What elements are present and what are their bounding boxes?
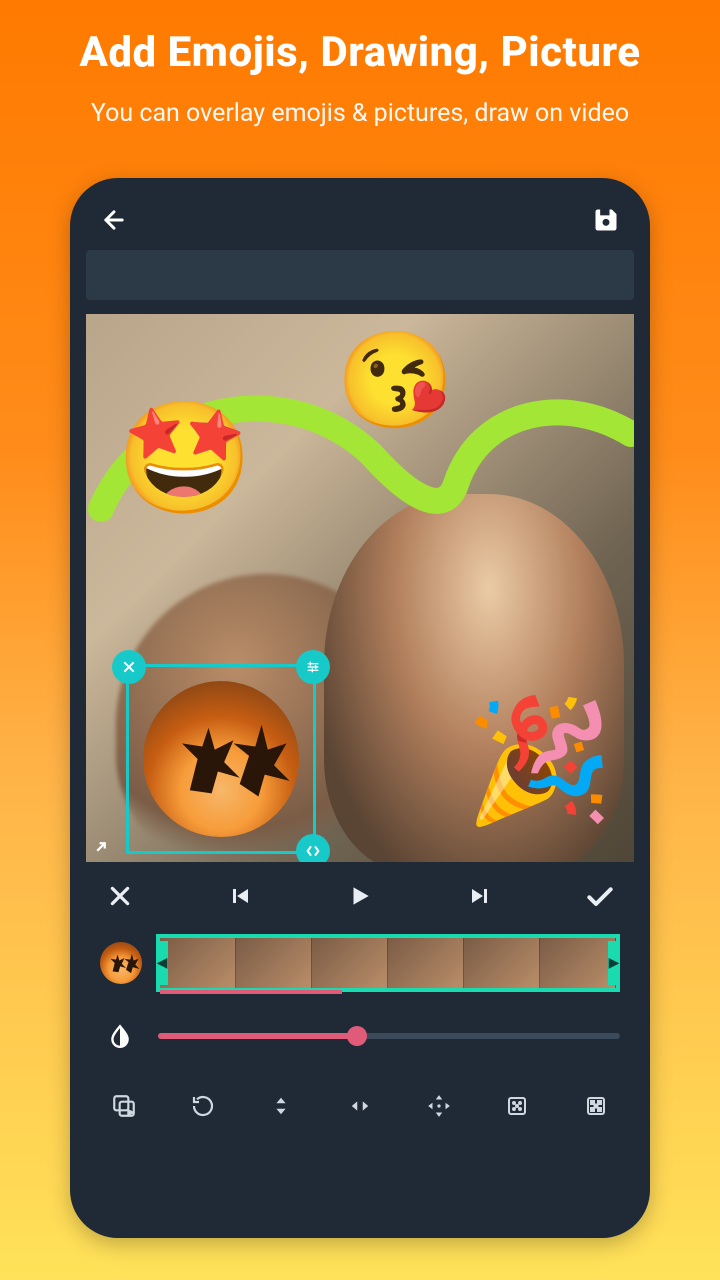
overlay-settings-handle[interactable]: [296, 650, 330, 684]
opacity-slider[interactable]: [158, 1033, 620, 1039]
play-button[interactable]: [340, 876, 380, 916]
trim-end-handle[interactable]: ▶: [608, 941, 620, 985]
overlay-resize-handle[interactable]: [296, 834, 330, 862]
sliders-icon: [305, 659, 321, 675]
selected-clip-thumbnail[interactable]: [100, 942, 142, 984]
arrow-left-icon: [100, 206, 128, 234]
pixelate-button[interactable]: [572, 1082, 620, 1130]
timeline-frame[interactable]: [312, 938, 388, 988]
skip-previous-icon: [228, 884, 252, 908]
timeline-frame[interactable]: [236, 938, 312, 988]
trim-start-handle[interactable]: ◀: [156, 941, 168, 985]
play-icon: [347, 883, 373, 909]
promo-subtitle: You can overlay emojis & pictures, draw …: [30, 99, 690, 128]
opacity-slider-knob[interactable]: [347, 1026, 367, 1046]
skip-next-icon: [468, 884, 492, 908]
ad-banner-placeholder: [86, 250, 634, 300]
picture-overlay-content: [143, 681, 299, 837]
resize-icon: [305, 843, 321, 859]
layers-icon: [111, 1093, 137, 1119]
timeline-frame[interactable]: [540, 938, 616, 988]
playback-controls: [86, 862, 634, 922]
timeline-row: ◀ ▶: [86, 922, 634, 998]
editor-topbar: [86, 204, 634, 244]
save-icon: [592, 206, 620, 234]
fullscreen-button[interactable]: [92, 838, 110, 856]
selected-picture-overlay[interactable]: [126, 664, 316, 854]
rotate-icon: [191, 1094, 215, 1118]
video-canvas[interactable]: 🤩 😘 🎉: [86, 314, 634, 862]
jumping-silhouette-icon: [100, 942, 142, 984]
save-button[interactable]: [586, 200, 626, 240]
emoji-star-struck[interactable]: 🤩: [116, 404, 253, 514]
close-icon: [121, 659, 137, 675]
close-button[interactable]: [100, 876, 140, 916]
close-icon: [107, 883, 133, 909]
jumping-silhouette-icon: [143, 681, 299, 837]
next-frame-button[interactable]: [460, 876, 500, 916]
timeline-frame[interactable]: [388, 938, 464, 988]
blur-button[interactable]: [493, 1082, 541, 1130]
confirm-button[interactable]: [580, 876, 620, 916]
pixelate-icon: [584, 1094, 608, 1118]
opacity-button[interactable]: [100, 1016, 140, 1056]
video-timeline[interactable]: ◀ ▶: [156, 934, 620, 992]
bottom-toolbar: [86, 1064, 634, 1130]
layers-button[interactable]: [100, 1082, 148, 1130]
back-button[interactable]: [94, 200, 134, 240]
flip-vertical-button[interactable]: [257, 1082, 305, 1130]
move-icon: [426, 1093, 452, 1119]
opacity-slider-fill: [158, 1033, 357, 1039]
opacity-icon: [107, 1023, 133, 1049]
opacity-row: [86, 998, 634, 1064]
flip-horizontal-button[interactable]: [336, 1082, 384, 1130]
expand-icon: [92, 838, 110, 856]
flip-vertical-icon: [270, 1095, 292, 1117]
promo-title: Add Emojis, Drawing, Picture: [30, 28, 690, 77]
device-frame: 🤩 😘 🎉: [70, 178, 650, 1238]
check-icon: [584, 880, 616, 912]
timeline-frame[interactable]: [160, 938, 236, 988]
overlay-duration-bar[interactable]: [160, 990, 342, 994]
overlay-delete-handle[interactable]: [112, 650, 146, 684]
rotate-button[interactable]: [179, 1082, 227, 1130]
emoji-party-popper[interactable]: 🎉: [465, 702, 614, 822]
previous-frame-button[interactable]: [220, 876, 260, 916]
emoji-kiss-heart[interactable]: 😘: [336, 334, 454, 429]
position-button[interactable]: [415, 1082, 463, 1130]
timeline-frame[interactable]: [464, 938, 540, 988]
flip-horizontal-icon: [347, 1095, 373, 1117]
blur-icon: [505, 1094, 529, 1118]
